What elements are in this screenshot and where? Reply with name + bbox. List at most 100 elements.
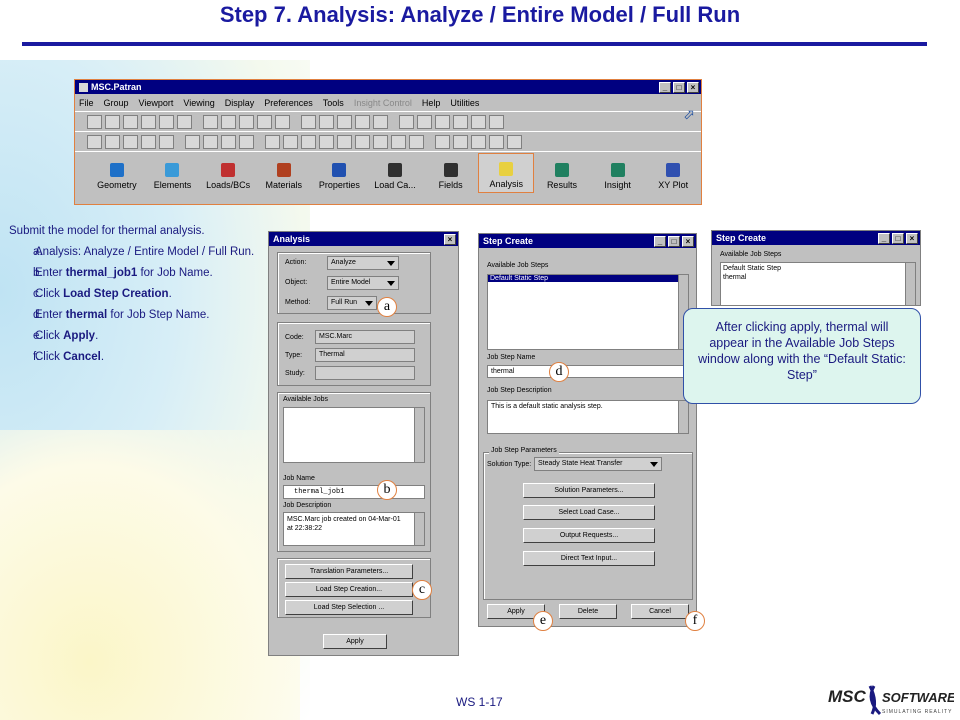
toolbar-tool-icon[interactable]: [239, 134, 254, 149]
action-select[interactable]: Analyze: [327, 256, 399, 270]
toolbar-tool-icon[interactable]: [373, 134, 388, 149]
toolbar-tool-icon[interactable]: [283, 134, 298, 149]
toolbar-tool-icon[interactable]: [105, 134, 120, 149]
toolbar-tool-icon[interactable]: [471, 134, 486, 149]
app-button-materials[interactable]: Materials: [256, 153, 312, 193]
toolbar-tool-icon[interactable]: [123, 134, 138, 149]
toolbar-tool-icon[interactable]: [203, 114, 218, 129]
job-name-input[interactable]: thermal_job1: [283, 485, 425, 499]
close-button[interactable]: ×: [444, 233, 456, 245]
solution-parameters-button[interactable]: Solution Parameters...: [523, 483, 655, 498]
direct-text-input-button[interactable]: Direct Text Input...: [523, 551, 655, 566]
toolbar-tool-icon[interactable]: [257, 114, 272, 129]
menu-item-display[interactable]: Display: [225, 98, 255, 108]
toolbar-tool-icon[interactable]: [203, 134, 218, 149]
app-button-fields[interactable]: Fields: [423, 153, 479, 193]
toolbar-tool-icon[interactable]: [435, 134, 450, 149]
toolbar-tool-icon[interactable]: [87, 114, 102, 129]
toolbar-tool-icon[interactable]: [105, 114, 120, 129]
toolbar-tool-icon[interactable]: [453, 134, 468, 149]
delete-button[interactable]: Delete: [559, 604, 617, 619]
menu-item-preferences[interactable]: Preferences: [264, 98, 313, 108]
object-select[interactable]: Entire Model: [327, 276, 399, 290]
toolbar-tool-icon[interactable]: [301, 134, 316, 149]
solution-type-select[interactable]: Steady State Heat Transfer: [534, 457, 662, 471]
app-button-properties[interactable]: Properties: [312, 153, 368, 193]
toolbar-tool-icon[interactable]: [177, 114, 192, 129]
toolbar-tool-icon[interactable]: [507, 134, 522, 149]
maximize-button[interactable]: □: [668, 235, 680, 247]
app-button-analysis[interactable]: Analysis: [478, 153, 535, 193]
job-description-input[interactable]: MSC.Marc job created on 04-Mar-01 at 22:…: [283, 512, 425, 546]
toolbar-tool-icon[interactable]: [489, 134, 504, 149]
toolbar-tool-icon[interactable]: [453, 114, 468, 129]
load-step-selection-button[interactable]: Load Step Selection ...: [285, 600, 413, 615]
toolbar-tool-icon[interactable]: [301, 114, 316, 129]
available-job-steps-list[interactable]: Default Static Step thermal: [720, 262, 916, 306]
toolbar-tool-icon[interactable]: [221, 114, 236, 129]
toolbar-tool-icon[interactable]: [159, 114, 174, 129]
toolbar-tool-icon[interactable]: [123, 114, 138, 129]
minimize-button[interactable]: _: [654, 235, 666, 247]
toolbar-tool-icon[interactable]: [391, 134, 406, 149]
toolbar-tool-icon[interactable]: [337, 114, 352, 129]
toolbar-tool-icon[interactable]: [87, 134, 102, 149]
output-requests-button[interactable]: Output Requests...: [523, 528, 655, 543]
available-jobs-list[interactable]: [283, 407, 425, 463]
maximize-button[interactable]: □: [892, 232, 904, 244]
app-button-results[interactable]: Results: [534, 153, 590, 193]
menu-item-utilities[interactable]: Utilities: [450, 98, 479, 108]
toolbar-tool-icon[interactable]: [409, 134, 424, 149]
menu-item-tools[interactable]: Tools: [323, 98, 344, 108]
toolbar-tool-icon[interactable]: [471, 114, 486, 129]
method-select[interactable]: Full Run: [327, 296, 377, 310]
toolbar-tool-icon[interactable]: [141, 114, 156, 129]
toolbar-tool-icon[interactable]: [319, 114, 334, 129]
available-job-steps-list[interactable]: Default Static Step: [487, 274, 689, 350]
toolbar-tool-icon[interactable]: [337, 134, 352, 149]
menu-item-insight-control[interactable]: Insight Control: [354, 98, 412, 108]
close-button[interactable]: ×: [906, 232, 918, 244]
menu-item-viewing[interactable]: Viewing: [183, 98, 214, 108]
menu-item-help[interactable]: Help: [422, 98, 441, 108]
app-button-geometry[interactable]: Geometry: [89, 153, 145, 193]
list-item[interactable]: thermal: [723, 273, 913, 282]
list-item[interactable]: Default Static Step: [488, 275, 678, 282]
toolbar-tool-icon[interactable]: [373, 114, 388, 129]
job-step-description-input[interactable]: This is a default static analysis step.: [487, 400, 689, 434]
app-button-insight[interactable]: Insight: [590, 153, 646, 193]
cancel-button[interactable]: Cancel: [631, 604, 689, 619]
toolbar-tool-icon[interactable]: [221, 134, 236, 149]
menu-item-file[interactable]: File: [79, 98, 94, 108]
app-button-elements[interactable]: Elements: [145, 153, 201, 193]
maximize-button[interactable]: □: [673, 81, 685, 93]
apply-button[interactable]: Apply: [323, 634, 387, 649]
toolbar-tool-icon[interactable]: [319, 134, 334, 149]
toolbar-tool-icon[interactable]: [355, 114, 370, 129]
translation-parameters-button[interactable]: Translation Parameters...: [285, 564, 413, 579]
minimize-button[interactable]: _: [878, 232, 890, 244]
close-button[interactable]: ×: [687, 81, 699, 93]
minimize-button[interactable]: _: [659, 81, 671, 93]
app-button-xy-plot[interactable]: XY Plot: [645, 153, 701, 193]
app-button-load-ca-[interactable]: Load Ca...: [367, 153, 423, 193]
app-button-loads-bcs[interactable]: Loads/BCs: [200, 153, 256, 193]
toolbar-tool-icon[interactable]: [159, 134, 174, 149]
close-button[interactable]: ×: [682, 235, 694, 247]
toolbar-tool-icon[interactable]: [489, 114, 504, 129]
toolbar-tool-icon[interactable]: [265, 134, 280, 149]
toolbar-tool-icon[interactable]: [239, 114, 254, 129]
toolbar-tool-icon[interactable]: [275, 114, 290, 129]
toolbar-tool-icon[interactable]: [399, 114, 414, 129]
toolbar-tool-icon[interactable]: [435, 114, 450, 129]
toolbar-tool-icon[interactable]: [141, 134, 156, 149]
toolbar-tool-icon[interactable]: [417, 114, 432, 129]
load-step-creation-button[interactable]: Load Step Creation...: [285, 582, 413, 597]
menu-item-viewport[interactable]: Viewport: [139, 98, 174, 108]
select-load-case-button[interactable]: Select Load Case...: [523, 505, 655, 520]
toolbar-tool-icon[interactable]: [185, 134, 200, 149]
job-step-name-input[interactable]: thermal: [487, 365, 689, 378]
toolbar-tool-icon[interactable]: [355, 134, 370, 149]
menu-item-group[interactable]: Group: [104, 98, 129, 108]
list-item[interactable]: Default Static Step: [723, 264, 913, 273]
